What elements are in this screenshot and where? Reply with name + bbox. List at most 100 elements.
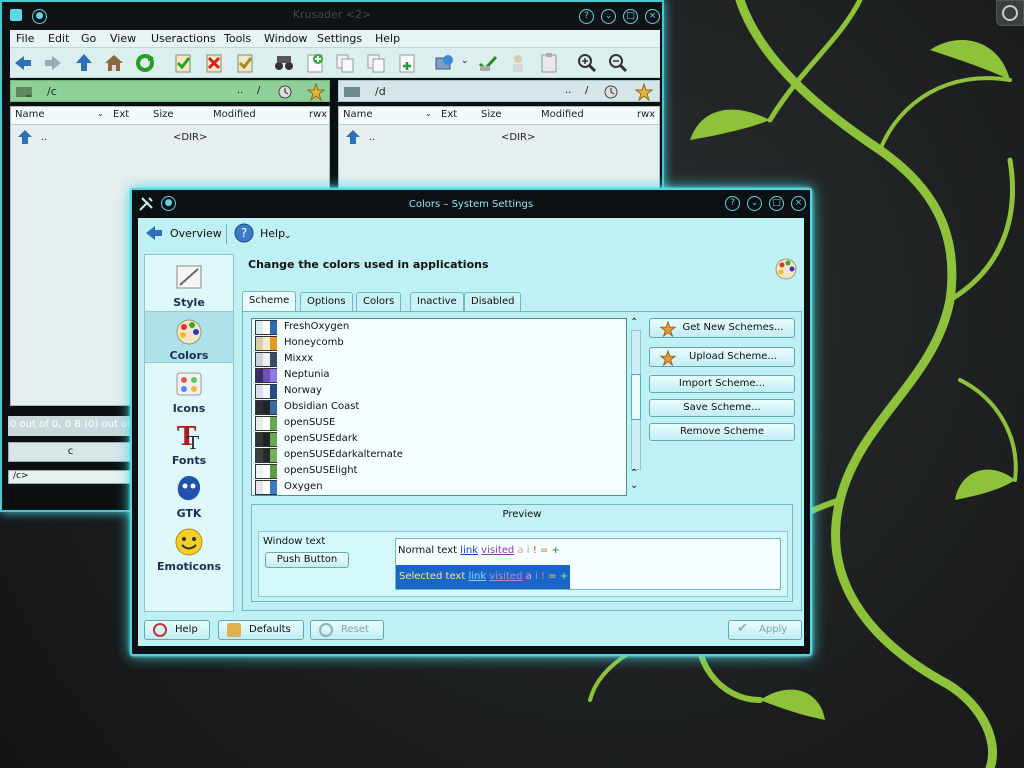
tab-inactive[interactable]: Inactive [410,292,464,311]
bookmark-star-icon[interactable] [635,83,653,101]
root-user-icon[interactable] [507,52,529,74]
category-fonts[interactable]: TT Fonts [145,417,233,469]
up-icon[interactable] [73,52,95,74]
overview-button[interactable]: Overview [144,223,222,245]
maximize-icon[interactable]: □ [623,9,638,24]
chevron-down-icon[interactable]: ⌄ [461,56,469,66]
menu-view[interactable]: View [110,32,136,45]
home-icon[interactable] [103,52,125,74]
back-icon[interactable] [12,52,34,74]
tab-disabled[interactable]: Disabled [464,292,522,311]
copy-icon[interactable] [334,52,356,74]
menu-tools[interactable]: Tools [224,32,251,45]
new-file-icon[interactable] [304,52,326,74]
right-parent-dir[interactable]: .. [565,85,571,96]
scroll-down-arrow[interactable]: ⌄ [630,480,638,491]
scroll-up-arrow[interactable]: ⌃ [630,468,638,479]
import-scheme-button[interactable]: Import Scheme... [649,375,795,393]
minimize-icon[interactable]: ⌄ [747,196,762,211]
mount-icon[interactable] [477,52,499,74]
remove-scheme-button[interactable]: Remove Scheme [649,423,795,441]
maximize-icon[interactable]: □ [769,196,784,211]
reset-button[interactable]: Reset [310,620,384,640]
chevron-down-icon[interactable]: ⌄ [425,109,432,118]
left-root-dir[interactable]: / [257,85,260,96]
list-item[interactable]: Honeycomb [252,336,624,352]
close-icon[interactable]: × [645,9,660,24]
history-icon[interactable] [277,84,295,100]
col-size[interactable]: Size [481,109,502,120]
network-connect-icon[interactable] [434,52,456,74]
menu-settings[interactable]: Settings [317,32,362,45]
help-menu-button[interactable]: ? Help ⌄ [234,223,304,245]
clipboard-icon[interactable] [538,52,560,74]
desktop-toolbox-button[interactable] [996,0,1024,26]
left-parent-dir[interactable]: .. [237,85,243,96]
scheme-list-scrollbar[interactable]: ⌃ ⌃ ⌄ [629,317,643,496]
col-size[interactable]: Size [153,109,174,120]
apply-button[interactable]: ✔ Apply [728,620,802,640]
help-icon[interactable]: ? [725,196,740,211]
category-icons[interactable]: Icons [145,365,233,417]
col-name[interactable]: Name [15,109,45,120]
table-row[interactable]: .. <DIR> [339,129,659,147]
zoom-in-icon[interactable] [576,52,598,74]
col-modified[interactable]: Modified [213,109,256,120]
media-icon[interactable] [343,84,361,100]
chevron-down-icon[interactable]: ⌄ [97,109,104,118]
list-item[interactable]: Norway [252,384,624,400]
menu-help[interactable]: Help [375,32,400,45]
help-icon[interactable]: ? [579,9,594,24]
unselect-all-icon[interactable] [203,52,225,74]
history-icon[interactable] [603,84,621,100]
right-path-bar[interactable]: /d .. / [338,80,660,102]
menu-window[interactable]: Window [264,32,307,45]
defaults-button[interactable]: Defaults [218,620,304,640]
scroll-thumb[interactable] [631,374,641,420]
list-item[interactable]: openSUSEdark [252,432,624,448]
save-scheme-button[interactable]: Save Scheme... [649,399,795,417]
select-all-icon[interactable] [172,52,194,74]
krusader-titlebar[interactable]: ● Krusader <2> ? ⌄ □ × [2,2,662,30]
close-icon[interactable]: × [791,196,806,211]
scroll-up-arrow[interactable]: ⌃ [630,317,638,328]
list-item[interactable]: FreshOxygen [252,320,624,336]
forward-icon[interactable] [42,52,64,74]
tab-scheme[interactable]: Scheme [242,291,297,312]
col-ext[interactable]: Ext [441,109,457,120]
menu-go[interactable]: Go [81,32,96,45]
col-rwx[interactable]: rwx [637,109,655,120]
invert-selection-icon[interactable] [234,52,256,74]
category-emoticons[interactable]: Emoticons [145,523,233,575]
refresh-icon[interactable] [134,52,156,74]
media-icon[interactable] [15,84,33,100]
zoom-out-icon[interactable] [607,52,629,74]
command-line[interactable]: /c> [8,470,133,484]
upload-scheme-button[interactable]: Upload Scheme... [649,347,795,367]
menu-useractions[interactable]: Useractions [151,32,216,45]
category-colors[interactable]: Colors [145,311,233,363]
list-item[interactable]: Obsidian Coast [252,400,624,416]
right-root-dir[interactable]: / [585,85,588,96]
col-modified[interactable]: Modified [541,109,584,120]
move-icon[interactable] [365,52,387,74]
menu-file[interactable]: File [16,32,34,45]
search-binoculars-icon[interactable] [273,52,295,74]
left-path-bar[interactable]: /c .. / [10,80,330,102]
panel-status-button[interactable]: c [8,442,133,462]
get-new-schemes-button[interactable]: Get New Schemes... [649,318,795,338]
col-rwx[interactable]: rwx [309,109,327,120]
new-folder-icon[interactable] [396,52,418,74]
tab-colors[interactable]: Colors [356,292,402,311]
list-item[interactable]: Neptunia [252,368,624,384]
bookmark-star-icon[interactable] [307,83,325,101]
push-button-sample[interactable]: Push Button [265,552,349,568]
settings-titlebar[interactable]: ● Colors – System Settings ? ⌄ □ × [132,190,810,218]
help-button[interactable]: Help [144,620,210,640]
col-ext[interactable]: Ext [113,109,129,120]
menu-edit[interactable]: Edit [48,32,69,45]
table-row[interactable]: .. <DIR> [11,129,329,147]
category-style[interactable]: Style [145,259,233,311]
list-item[interactable]: openSUSElight [252,464,624,480]
list-item[interactable]: openSUSEdarkalternate [252,448,624,464]
